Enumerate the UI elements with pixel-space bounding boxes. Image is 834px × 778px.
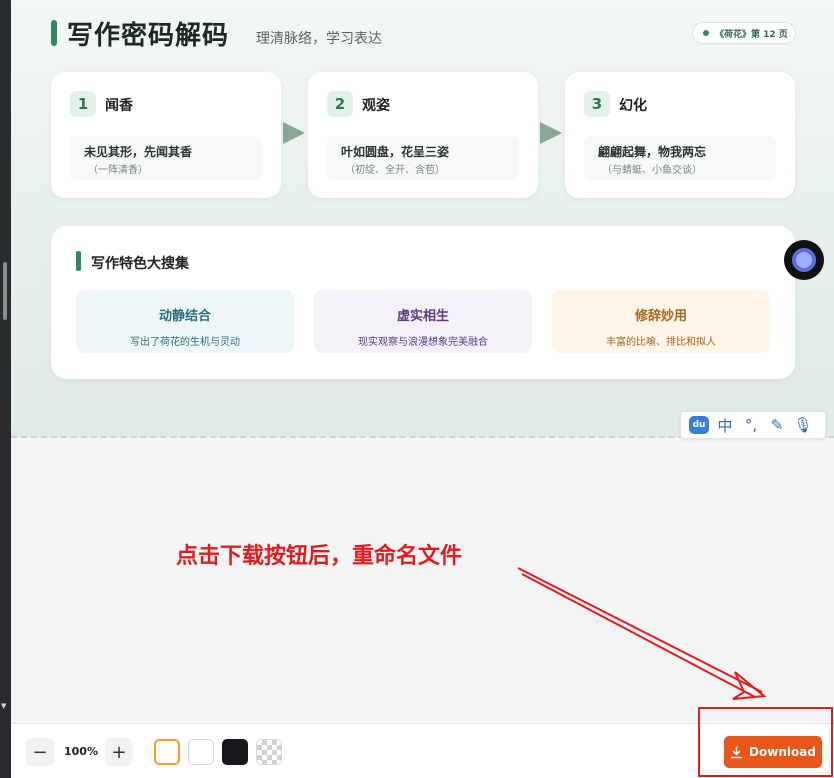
download-button[interactable]: Download: [724, 736, 822, 768]
feature-name: 虚实相生: [396, 309, 449, 324]
step-summary: 叶如圆盘，花呈三姿: [341, 145, 450, 159]
feature-card: 动静结合 写出了荷花的生机与灵动: [76, 290, 294, 353]
step-note: （一阵清香）: [88, 165, 148, 176]
scrollbar-thumb[interactable]: [3, 262, 7, 320]
step-card-3: 3 幻化 翩翩起舞，物我两忘 （与蜻蜓、小鱼交谈）: [565, 72, 795, 198]
step-note: （初绽、全开、含苞）: [345, 165, 445, 176]
feature-name: 修辞妙用: [634, 309, 687, 324]
download-label: Download: [749, 745, 816, 759]
baidu-ime-logo-icon[interactable]: du: [689, 416, 709, 434]
page-badge: 《荷花》第 12 页: [692, 22, 796, 44]
ime-handwriting-icon[interactable]: ✎: [767, 416, 787, 434]
swatch-white[interactable]: [188, 739, 214, 765]
feature-card: 修辞妙用 丰富的比喻、排比和拟人: [552, 290, 770, 353]
step-number: 1: [70, 91, 96, 117]
step-arrow-icon: [540, 122, 562, 144]
ime-language-toggle[interactable]: 中: [715, 415, 735, 436]
feature-desc: 现实观察与浪漫想象完美融合: [358, 337, 488, 348]
instruction-annotation: 点击下载按钮后，重命名文件: [176, 544, 463, 569]
feature-desc: 写出了荷花的生机与灵动: [130, 337, 240, 348]
step-detail: 翩翩起舞，物我两忘 （与蜻蜓、小鱼交谈）: [584, 136, 776, 180]
badge-label: 《荷花》第 12 页: [715, 29, 788, 40]
step-number: 3: [584, 91, 610, 117]
zoom-level: 100%: [64, 745, 98, 758]
page-title: 写作密码解码: [67, 21, 230, 51]
step-summary: 未见其形，先闻其香: [84, 145, 193, 159]
step-name: 观姿: [362, 98, 390, 114]
page-subtitle: 理清脉络，学习表达: [256, 31, 382, 47]
title-accent-bar: [51, 20, 57, 46]
scroll-down-arrow-icon[interactable]: ▼: [1, 702, 6, 710]
step-card-2: 2 观姿 叶如圆盘，花呈三姿 （初绽、全开、含苞）: [308, 72, 538, 198]
feature-card: 虚实相生 现实观察与浪漫想象完美融合: [314, 290, 532, 353]
step-arrow-icon: [283, 122, 305, 144]
step-card-1: 1 闻香 未见其形，先闻其香 （一阵清香）: [51, 72, 281, 198]
step-name: 闻香: [105, 98, 133, 114]
swatch-white-selected[interactable]: [154, 739, 180, 765]
step-number: 2: [327, 91, 353, 117]
assistant-icon: [792, 248, 816, 272]
features-panel: 写作特色大搜集 动静结合 写出了荷花的生机与灵动 虚实相生 现实观察与浪漫想象完…: [51, 226, 795, 379]
badge-dot-icon: [703, 30, 709, 36]
feature-desc: 丰富的比喻、排比和拟人: [606, 337, 716, 348]
step-detail: 未见其形，先闻其香 （一阵清香）: [70, 136, 262, 180]
ime-voice-icon[interactable]: 🎙: [793, 416, 813, 434]
ime-toolbar: du 中 °, ✎ 🎙: [680, 411, 826, 439]
feature-name: 动静结合: [158, 309, 211, 324]
download-icon: [730, 745, 743, 758]
features-title: 写作特色大搜集: [91, 256, 189, 272]
features-accent-bar: [76, 251, 81, 271]
swatch-black[interactable]: [222, 739, 248, 765]
step-summary: 翩翩起舞，物我两忘: [598, 145, 707, 159]
step-detail: 叶如圆盘，花呈三姿 （初绽、全开、含苞）: [327, 136, 519, 180]
swatch-transparent[interactable]: [256, 739, 282, 765]
zoom-out-button[interactable]: −: [26, 738, 54, 766]
step-note: （与蜻蜓、小鱼交谈）: [602, 165, 702, 176]
step-name: 幻化: [619, 98, 647, 114]
floating-assistant-button[interactable]: [784, 240, 824, 280]
left-scrollbar[interactable]: ▼: [0, 0, 11, 778]
ime-punctuation-toggle[interactable]: °,: [741, 416, 761, 434]
zoom-in-button[interactable]: +: [105, 738, 133, 766]
